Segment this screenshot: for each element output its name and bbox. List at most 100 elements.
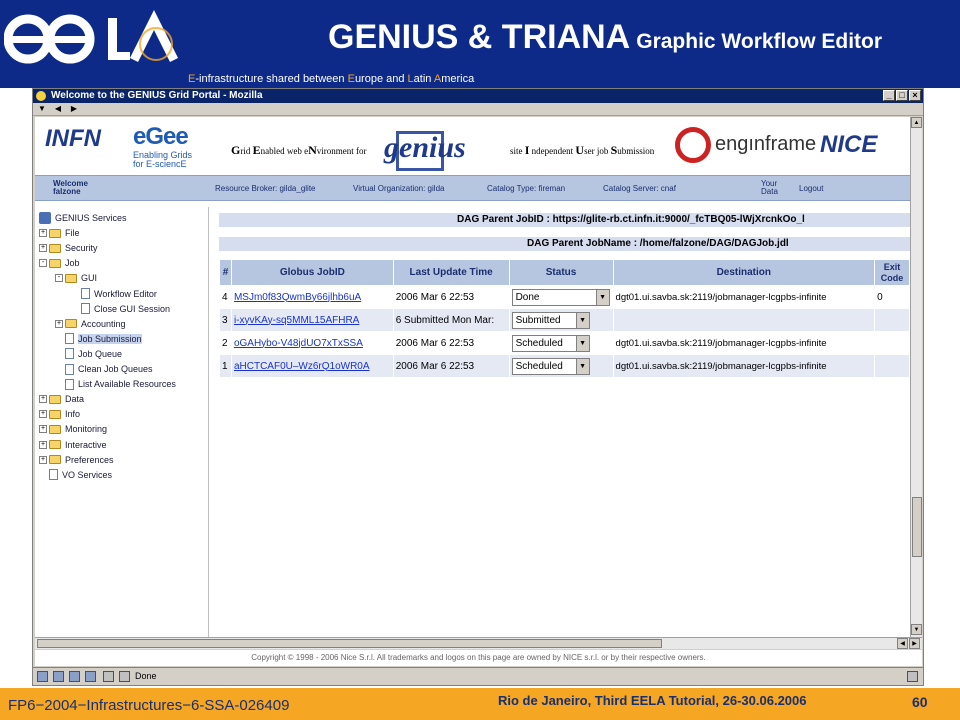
tree-item-label: Accounting [81, 318, 126, 329]
collapse-icon[interactable]: - [39, 259, 47, 268]
collapse-icon[interactable]: - [55, 274, 63, 283]
tree-item-interactive[interactable]: + Interactive [39, 438, 107, 452]
exit-code-cell [874, 331, 910, 355]
expand-icon[interactable]: + [39, 229, 47, 238]
catalog-server: Catalog Server: cnaf [603, 184, 676, 193]
horizontal-scroll-thumb[interactable] [37, 639, 662, 648]
job-id-link[interactable]: aHCTCAF0U–Wz6rQ1oWR0A [234, 361, 370, 372]
job-id-link[interactable]: oGAHybo-V48jdUO7xTxSSA [234, 338, 363, 349]
tree-item-workflow-editor[interactable]: Workflow Editor [71, 287, 157, 301]
document-icon [49, 469, 58, 481]
expand-icon[interactable]: + [39, 455, 47, 464]
destination-cell: dgt01.ui.savba.sk:2119/jobmanager-lcgpbs… [612, 354, 876, 378]
close-button[interactable]: × [909, 90, 921, 101]
scroll-left-icon[interactable]: ◀ [897, 638, 908, 649]
tree-item-genius-services[interactable]: GENIUS Services [39, 211, 127, 225]
status-select[interactable]: Submitted ▼ [511, 311, 590, 329]
expand-icon[interactable]: + [39, 440, 47, 449]
browser-window: Welcome to the GENIUS Grid Portal - Mozi… [32, 88, 924, 686]
col-globus-jobid: Globus JobID [230, 259, 394, 286]
tree-item-gui[interactable]: - GUI [55, 271, 97, 285]
nav-toolbar: ▼ ◀ ▶ [33, 103, 923, 116]
chevron-down-icon: ▼ [575, 335, 589, 351]
tree-item-label: File [65, 228, 80, 239]
status-cell: Scheduled ▼ [508, 331, 614, 355]
logout-link[interactable]: Logout [799, 184, 823, 193]
web-page: INFN eGee Enabling Grids for E-sciencE G… [35, 117, 910, 637]
virtual-organization: Virtual Organization: gilda [353, 184, 445, 193]
document-icon [65, 333, 74, 345]
status-select[interactable]: Scheduled ▼ [511, 357, 590, 375]
nice-logo: NICE [820, 131, 878, 158]
back-arrow-icon[interactable]: ◀ [51, 104, 65, 114]
job-id-link[interactable]: MSJm0f83QwmBy66jlhb6uA [234, 292, 361, 303]
infn-logo: INFN [45, 125, 101, 152]
tree-item-data[interactable]: + Data [39, 392, 84, 406]
scroll-down-icon[interactable]: ▼ [911, 624, 922, 635]
vertical-scroll-thumb[interactable] [912, 497, 922, 557]
tree-item-label: Data [65, 394, 85, 405]
job-id-cell: oGAHybo-V48jdUO7xTxSSA [230, 331, 394, 355]
table-header-row: # Globus JobID Last Update Time Status D… [219, 259, 910, 286]
col-destination: Destination [612, 259, 876, 286]
online-status-icon[interactable] [103, 671, 114, 682]
job-id-link[interactable]: i-xyvKAy-sq5MML15AFHRA [234, 315, 359, 326]
job-number: 1 [219, 354, 232, 378]
maximize-button[interactable]: □ [896, 90, 908, 101]
last-update-cell: 6 Submitted Mon Mar: [392, 308, 510, 332]
last-update-cell: 2006 Mar 6 22:53 [392, 285, 510, 309]
tree-item-monitoring[interactable]: + Monitoring [39, 422, 107, 436]
tree-item-list-available-resources[interactable]: List Available Resources [55, 377, 176, 391]
forward-arrow-icon[interactable]: ▶ [67, 104, 81, 114]
minimize-button[interactable]: _ [883, 90, 895, 101]
composer-icon[interactable] [69, 671, 80, 682]
document-icon [65, 363, 74, 375]
folder-icon [49, 424, 61, 434]
genius-description: Grid Enabled web eNvironment for [231, 143, 367, 157]
job-table: # Globus JobID Last Update Time Status D… [219, 259, 910, 378]
tree-item-close-gui-session[interactable]: Close GUI Session [71, 302, 170, 316]
job-number: 4 [219, 285, 232, 309]
tree-item-accounting[interactable]: + Accounting [55, 317, 126, 331]
status-select[interactable]: Done ▼ [511, 288, 610, 306]
egee-logo: eGee Enabling Grids for E-sciencE [133, 123, 193, 169]
tree-item-preferences[interactable]: + Preferences [39, 453, 114, 467]
window-titlebar: Welcome to the GENIUS Grid Portal - Mozi… [33, 89, 923, 103]
expand-icon[interactable]: + [39, 395, 47, 404]
chat-icon[interactable] [85, 671, 96, 682]
tree-item-label: List Available Resources [78, 379, 176, 390]
tree-item-clean-job-queues[interactable]: Clean Job Queues [55, 362, 153, 376]
scroll-up-icon[interactable]: ▲ [911, 117, 922, 128]
vertical-scrollbar[interactable]: ▲ ▼ [910, 117, 922, 637]
navigator-icon[interactable] [37, 671, 48, 682]
tree-item-label: Job Submission [78, 333, 142, 344]
tree-item-info[interactable]: + Info [39, 407, 80, 421]
horizontal-scrollbar[interactable]: ◀ ▶ [35, 637, 922, 649]
tree-item-vo-services[interactable]: VO Services [39, 468, 112, 482]
services-tree: GENIUS Services + File + Security - Job - GUI Wor… [35, 207, 209, 637]
status-text: Done [135, 671, 157, 681]
folder-icon [65, 273, 77, 283]
toolbar-toggle-icon[interactable]: ▼ [35, 104, 49, 114]
security-icon [119, 671, 130, 682]
mail-icon[interactable] [53, 671, 64, 682]
scroll-right-icon[interactable]: ▶ [909, 638, 920, 649]
table-row: 2 oGAHybo-V48jdUO7xTxSSA 2006 Mar 6 22:53 S… [219, 331, 910, 355]
tree-item-security[interactable]: + Security [39, 241, 98, 255]
expand-icon[interactable]: + [39, 425, 47, 434]
expand-icon[interactable]: + [39, 410, 47, 419]
status-select[interactable]: Scheduled ▼ [511, 334, 590, 352]
exit-code-cell [874, 354, 910, 378]
slide-header: GENIUS & TRIANA Graphic Workflow Editor E… [0, 0, 960, 88]
tree-item-file[interactable]: + File [39, 226, 80, 240]
expand-icon[interactable]: + [55, 319, 63, 328]
tree-item-job[interactable]: - Job [39, 256, 80, 270]
folder-icon [49, 440, 61, 449]
last-update-cell: 2006 Mar 6 22:53 [392, 331, 510, 355]
folder-icon [49, 243, 61, 253]
services-icon [39, 212, 51, 224]
tree-item-job-queue[interactable]: Job Queue [55, 347, 122, 361]
tree-item-job-submission[interactable]: Job Submission [55, 332, 142, 346]
expand-icon[interactable]: + [39, 244, 47, 253]
page-number: 60 [912, 694, 928, 710]
